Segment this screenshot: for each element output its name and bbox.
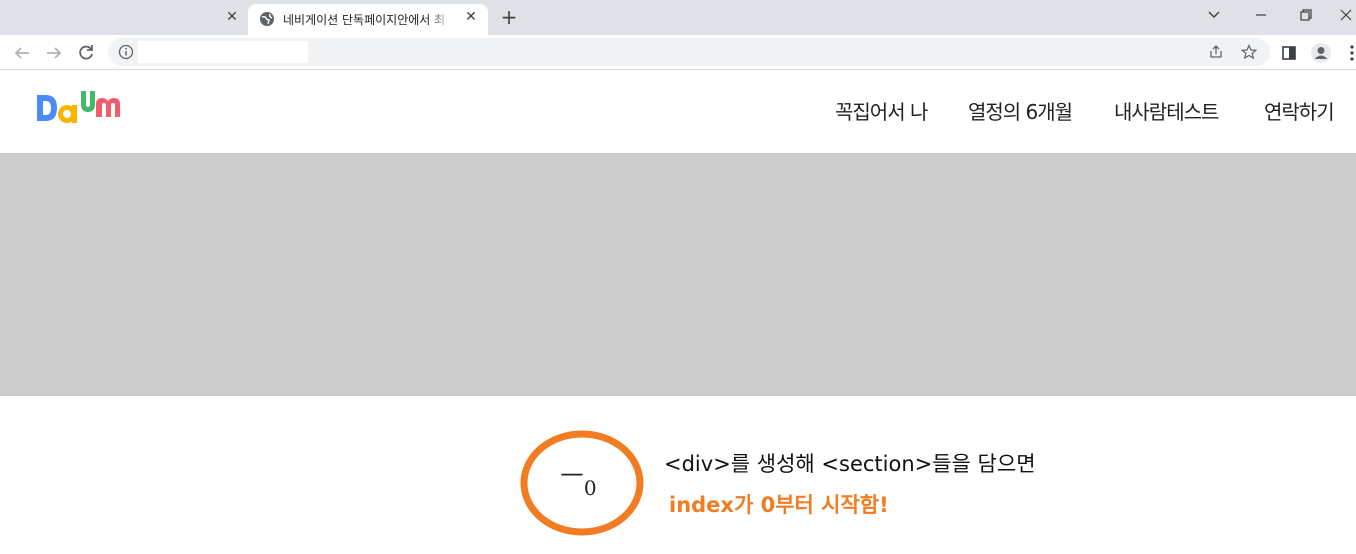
- globe-icon: [260, 12, 274, 26]
- restore-icon[interactable]: [1292, 4, 1320, 26]
- bookmark-star-icon[interactable]: [1241, 44, 1257, 60]
- site-header: 꼭집어서 나 열정의 6개월 내사람테스트 연락하기: [0, 71, 1356, 153]
- forward-icon[interactable]: [41, 40, 67, 66]
- tab-close-icon[interactable]: ✕: [224, 9, 240, 25]
- tab-strip: ✕ 네비게이션 단독페이지안에서 최 ✕ +: [0, 0, 1356, 35]
- tab-inactive[interactable]: ✕: [0, 0, 248, 35]
- reload-icon[interactable]: [73, 40, 99, 66]
- index-subscript: 0: [583, 476, 597, 500]
- tab-close-icon[interactable]: ✕: [463, 9, 479, 25]
- nav-item-contact[interactable]: 연락하기: [1264, 97, 1335, 127]
- profile-avatar-icon[interactable]: [1308, 40, 1334, 66]
- url-field[interactable]: [138, 41, 308, 63]
- index-marker: ㅡ0: [560, 462, 597, 500]
- tab-active[interactable]: 네비게이션 단독페이지안에서 최 ✕: [248, 4, 488, 35]
- hero-section: [0, 153, 1356, 396]
- nav-item-test[interactable]: 내사람테스트: [1114, 97, 1219, 127]
- new-tab-button[interactable]: +: [498, 6, 520, 28]
- side-panel-icon[interactable]: [1276, 40, 1302, 66]
- tab-title: 네비게이션 단독페이지안에서 최: [283, 13, 446, 27]
- address-bar[interactable]: [108, 38, 1270, 66]
- nav-item-about[interactable]: 꼭집어서 나: [835, 97, 928, 127]
- back-icon[interactable]: [9, 40, 35, 66]
- browser-toolbar: [0, 35, 1356, 70]
- daum-logo[interactable]: [36, 90, 136, 130]
- share-icon[interactable]: [1208, 44, 1224, 60]
- annotation-highlight: index가 0부터 시작함!: [669, 493, 889, 517]
- info-icon[interactable]: [118, 44, 134, 60]
- tab-search-icon[interactable]: [1200, 4, 1228, 26]
- close-window-icon[interactable]: [1336, 4, 1356, 26]
- nav-item-six-months[interactable]: 열정의 6개월: [968, 97, 1073, 127]
- menu-dots-icon[interactable]: [1341, 40, 1356, 66]
- minimize-icon[interactable]: [1247, 4, 1275, 26]
- annotation-text: <div>를 생성해 <section>들을 담으면: [664, 452, 1036, 476]
